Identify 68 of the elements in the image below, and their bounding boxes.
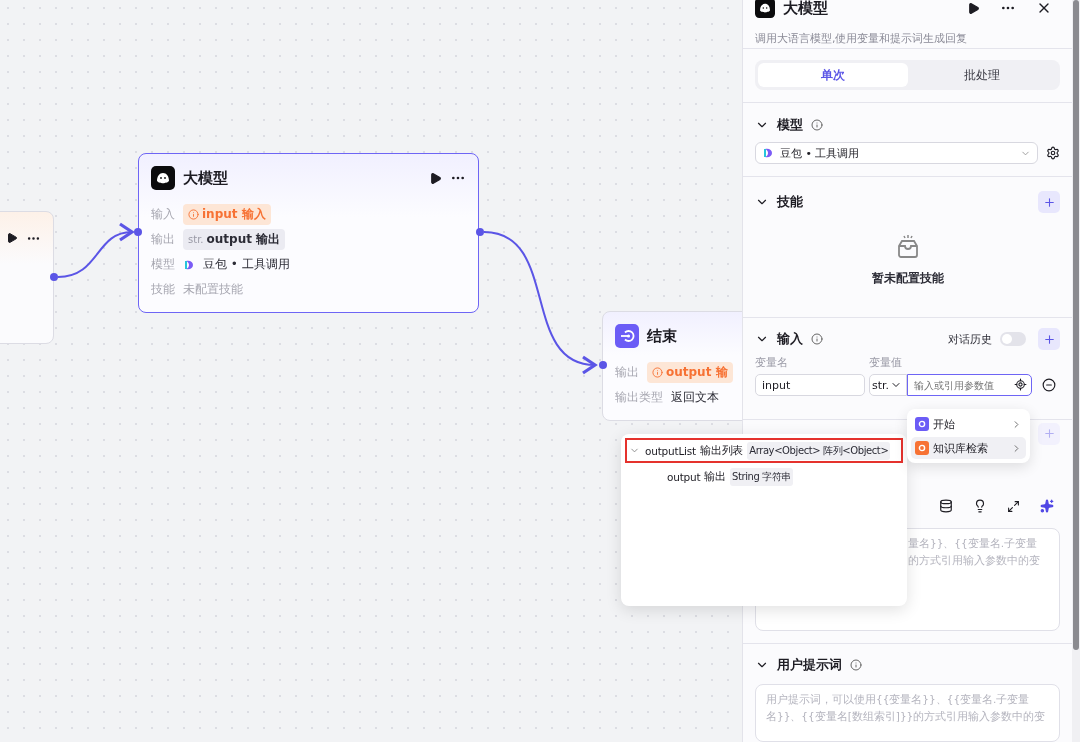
section-title: 模型	[777, 115, 803, 134]
info-icon	[811, 333, 823, 346]
bot-logo-icon	[151, 166, 175, 190]
output-port[interactable]	[476, 228, 484, 236]
model-select[interactable]: 豆包 • 工具调用	[755, 142, 1038, 165]
tree-item[interactable]: output 输出 String 字符串	[625, 464, 903, 489]
empty-message: 暂未配置技能	[871, 269, 944, 287]
sparkles-icon[interactable]	[1040, 499, 1054, 514]
add-button[interactable]	[1038, 191, 1060, 213]
remove-icon[interactable]	[1042, 378, 1056, 393]
variable-name-field[interactable]: input	[755, 374, 865, 397]
column-label: 变量名	[755, 354, 789, 370]
expand-icon[interactable]	[1007, 499, 1020, 513]
menu-item[interactable]: 开始	[911, 413, 1026, 435]
target-icon[interactable]	[1014, 378, 1027, 392]
row-label: 输出	[151, 231, 175, 248]
input-port[interactable]	[134, 228, 142, 236]
input-port[interactable]	[599, 361, 607, 369]
add-button[interactable]	[1038, 328, 1060, 351]
mode-tab[interactable]: 单次	[758, 63, 908, 88]
variable-tag: str. output 输出	[183, 229, 286, 250]
end-node-icon	[615, 324, 639, 348]
info-icon	[850, 659, 862, 672]
section-title: 技能	[777, 193, 803, 211]
row-value: 未配置技能	[183, 281, 243, 298]
row-label: 输出类型	[615, 389, 663, 406]
node-card[interactable]: 大模型 输入 input 输入 输出 str. output 输出 模型 豆包 • 工具调用 技能 未配置技能	[138, 153, 479, 313]
panel-title: 大模型	[783, 0, 829, 18]
model-logo-icon	[762, 147, 774, 160]
panel-description: 调用大语言模型,使用变量和提示词生成回复	[755, 31, 969, 47]
type-select[interactable]: str.	[869, 374, 907, 397]
row-label: 输入	[151, 206, 175, 223]
tree-item[interactable]: outputList 输出列表 Array<Object> 阵列<Object>	[625, 438, 903, 463]
node-title: 大模型	[183, 168, 229, 188]
scrollbar-thumb[interactable]	[1073, 0, 1079, 650]
lightbulb-icon[interactable]	[973, 499, 987, 514]
node-card[interactable]: 结束 输出 output 输 输出类型 返回文本	[602, 311, 742, 421]
plus-icon	[1042, 427, 1056, 441]
section-title: 输入	[777, 330, 803, 349]
info-icon	[652, 367, 663, 378]
variable-tag: input 输入	[183, 204, 271, 225]
row-label: 模型	[151, 256, 175, 273]
section-title: 用户提示词	[777, 656, 842, 675]
row-label: 输出	[615, 364, 639, 381]
output-port[interactable]	[50, 273, 58, 281]
row-value: 返回文本	[671, 389, 719, 406]
value-field[interactable]: 输入或引用参数值	[907, 374, 1032, 397]
column-label: 变量值	[869, 354, 903, 370]
row-label: 技能	[151, 281, 175, 298]
play-icon[interactable]	[6, 232, 18, 244]
chevron-icon	[1011, 418, 1022, 430]
history-label: 对话历史	[948, 331, 992, 347]
menu-item[interactable]: 知识库检索	[911, 437, 1026, 459]
settings-icon[interactable]	[1046, 146, 1060, 161]
info-icon	[811, 118, 823, 131]
variable-tag: output 输	[647, 362, 733, 383]
model-logo-icon	[183, 258, 195, 271]
model-name: 豆包 • 工具调用	[203, 256, 290, 273]
mode-tab[interactable]: 批处理	[907, 63, 1057, 88]
node-title: 结束	[647, 326, 678, 346]
database-icon[interactable]	[939, 499, 953, 514]
plus-icon	[1042, 195, 1056, 209]
plus-icon	[1042, 332, 1056, 346]
history-toggle[interactable]	[1000, 332, 1026, 347]
play-icon[interactable]	[429, 171, 442, 185]
info-icon	[188, 209, 199, 220]
play-icon[interactable]	[967, 1, 980, 15]
chevron-icon	[1011, 442, 1022, 454]
